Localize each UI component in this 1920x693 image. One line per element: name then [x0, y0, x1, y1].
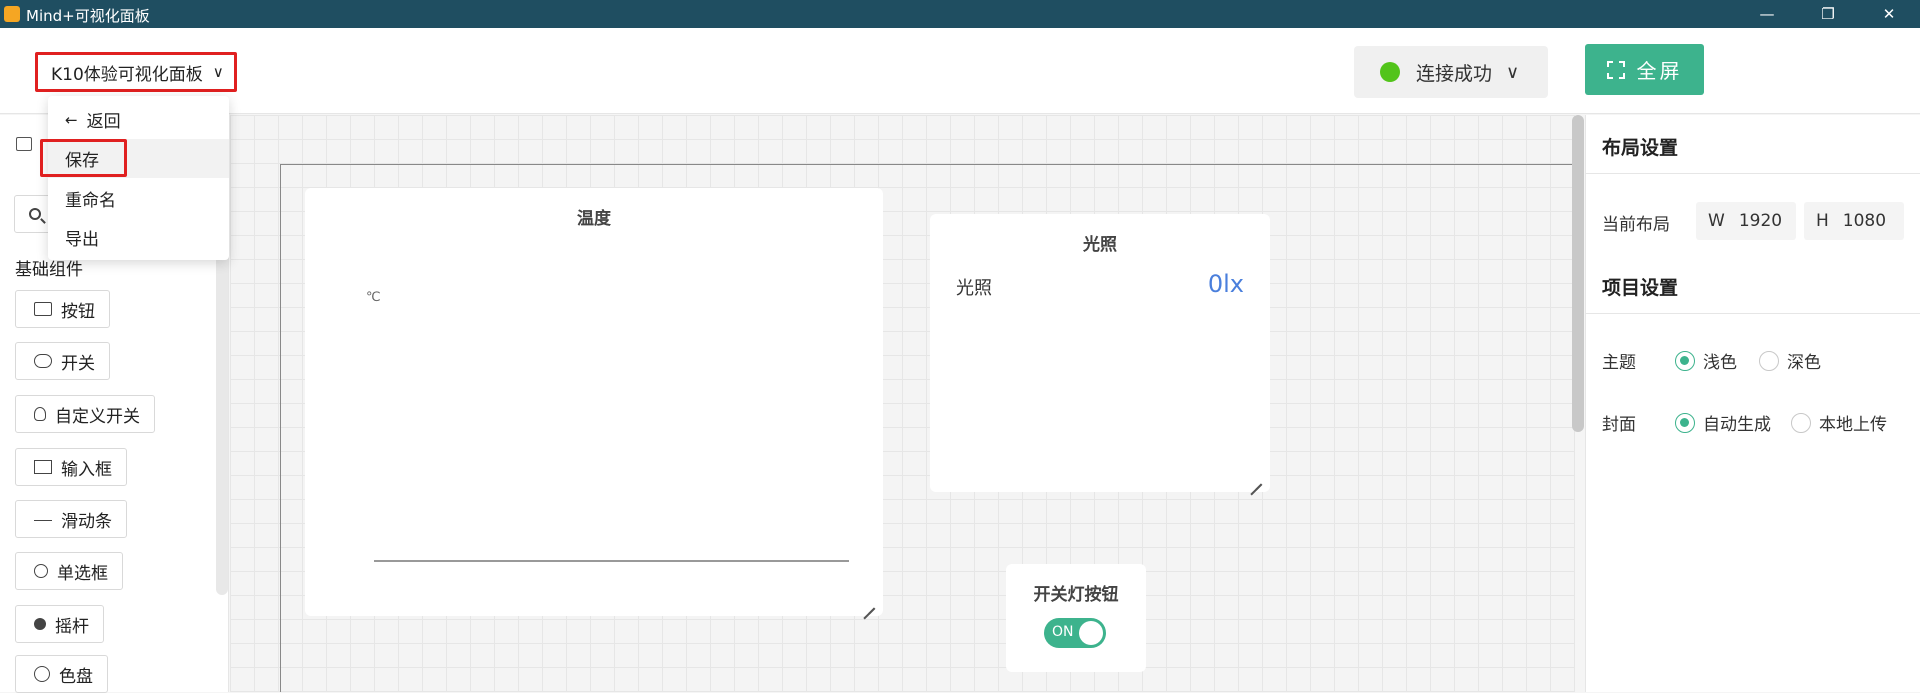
slider-icon	[34, 519, 52, 521]
chart-unit-label: ℃	[366, 290, 381, 305]
cover-label: 封面	[1602, 415, 1636, 435]
menu-item-label: 导出	[65, 230, 99, 250]
component-label: 色盘	[59, 666, 93, 687]
component-label: 开关	[61, 353, 95, 374]
menu-item-export[interactable]: 导出	[48, 218, 229, 257]
component-palette[interactable]: 色盘	[15, 655, 108, 693]
layout-height-field[interactable]: H 1080	[1804, 202, 1904, 240]
layout-settings-title: 布局设置	[1602, 137, 1679, 159]
component-joystick[interactable]: 摇杆	[15, 605, 104, 643]
menu-item-label: 保存	[65, 151, 99, 171]
component-label: 滑动条	[61, 511, 112, 532]
radio-label: 深色	[1787, 353, 1821, 373]
component-label: 自定义开关	[55, 406, 140, 427]
radio-selected-icon	[1675, 350, 1695, 371]
current-layout-label: 当前布局	[1602, 215, 1670, 235]
menu-item-save[interactable]: 保存	[48, 139, 229, 178]
radio-unselected-icon	[1791, 412, 1811, 433]
width-key: W	[1708, 211, 1725, 231]
settings-panel: 布局设置 当前布局 W 1920 H 1080 项目设置 主题 浅色 深色 封面…	[1585, 115, 1920, 692]
card-title: 光照	[1083, 235, 1117, 255]
divider	[1586, 173, 1920, 174]
theme-option-dark[interactable]: 深色	[1759, 348, 1821, 373]
resize-handle-icon[interactable]	[863, 596, 875, 608]
chevron-down-icon: ∨	[212, 63, 224, 81]
light-switch-card[interactable]: 开关灯按钮 ON	[1006, 564, 1146, 672]
input-icon	[34, 460, 52, 474]
panel-name: K10体验可视化面板	[51, 64, 203, 85]
component-switch[interactable]: 开关	[15, 342, 110, 380]
panel-dropdown-menu: ← 返回 保存 重命名 导出	[40, 96, 229, 260]
switch-knob	[1079, 621, 1103, 645]
search-icon	[29, 208, 41, 220]
radio-selected-icon	[1675, 412, 1695, 433]
component-label: 摇杆	[55, 616, 89, 637]
panel-selector[interactable]: K10体验可视化面板 ∨	[35, 52, 237, 92]
component-label: 单选框	[57, 563, 108, 584]
light-toggle-switch[interactable]: ON	[1044, 618, 1106, 648]
component-label: 按钮	[61, 301, 95, 322]
switch-state-label: ON	[1052, 624, 1074, 640]
width-value: 1920	[1738, 211, 1783, 231]
canvas-scrollbar[interactable]	[1572, 115, 1584, 432]
theme-option-light[interactable]: 浅色	[1675, 348, 1737, 373]
component-custom-switch[interactable]: 自定义开关	[15, 395, 155, 433]
layout-width-field[interactable]: W 1920	[1696, 202, 1796, 240]
top-header: K10体验可视化面板 ∨ 连接成功 ∨ 全屏	[0, 28, 1920, 114]
cover-option-upload[interactable]: 本地上传	[1791, 410, 1887, 435]
close-button[interactable]: ✕	[1866, 0, 1912, 28]
status-dot-icon	[1380, 62, 1400, 82]
restore-button[interactable]: ❐	[1805, 0, 1851, 28]
cover-option-auto[interactable]: 自动生成	[1675, 410, 1771, 435]
chevron-down-icon: ∨	[1506, 61, 1520, 83]
temperature-chart-card[interactable]: 温度 ℃	[305, 188, 883, 616]
radio-label: 浅色	[1703, 353, 1737, 373]
menu-item-label: 返回	[86, 112, 121, 132]
component-radio[interactable]: 单选框	[15, 552, 123, 590]
radio-label: 自动生成	[1703, 415, 1771, 435]
light-value: 0lx	[1207, 270, 1244, 298]
resize-handle-icon[interactable]	[1250, 472, 1262, 484]
radio-label: 本地上传	[1819, 415, 1887, 435]
component-input[interactable]: 输入框	[15, 448, 127, 486]
component-slider[interactable]: 滑动条	[15, 500, 127, 538]
light-sensor-card[interactable]: 光照 光照 0lx	[930, 214, 1270, 492]
joystick-icon	[34, 618, 46, 630]
height-key: H	[1816, 211, 1829, 231]
component-label: 输入框	[61, 459, 112, 480]
menu-item-rename[interactable]: 重命名	[48, 179, 229, 218]
component-button[interactable]: 按钮	[15, 290, 110, 328]
fullscreen-label: 全屏	[1636, 59, 1683, 83]
button-icon	[34, 302, 52, 316]
switch-icon	[34, 354, 52, 368]
menu-item-back[interactable]: ← 返回	[48, 100, 229, 139]
card-title: 开关灯按钮	[1033, 585, 1119, 605]
chart-x-axis	[374, 560, 849, 562]
height-value: 1080	[1842, 211, 1887, 231]
title-bar: Mind+可视化面板 — ❐ ✕	[0, 0, 1920, 28]
minimize-button[interactable]: —	[1744, 0, 1790, 28]
connection-status-dropdown[interactable]: 连接成功 ∨	[1354, 46, 1548, 98]
arrow-left-icon: ←	[65, 110, 78, 129]
theme-label: 主题	[1602, 353, 1636, 373]
radio-icon	[34, 564, 48, 578]
palette-icon	[34, 666, 50, 682]
project-settings-title: 项目设置	[1602, 277, 1679, 299]
fullscreen-icon	[1606, 60, 1625, 79]
custom-switch-icon	[34, 407, 46, 421]
radio-unselected-icon	[1759, 350, 1779, 371]
fullscreen-button[interactable]: 全屏	[1585, 44, 1704, 95]
light-label: 光照	[956, 278, 992, 299]
layout-panel-icon[interactable]	[16, 137, 32, 151]
window-title: Mind+可视化面板	[26, 7, 150, 25]
divider	[1586, 313, 1920, 314]
connection-status-text: 连接成功	[1416, 62, 1493, 85]
card-title: 温度	[577, 209, 611, 229]
menu-item-label: 重命名	[65, 191, 116, 211]
app-logo-icon	[4, 6, 20, 22]
